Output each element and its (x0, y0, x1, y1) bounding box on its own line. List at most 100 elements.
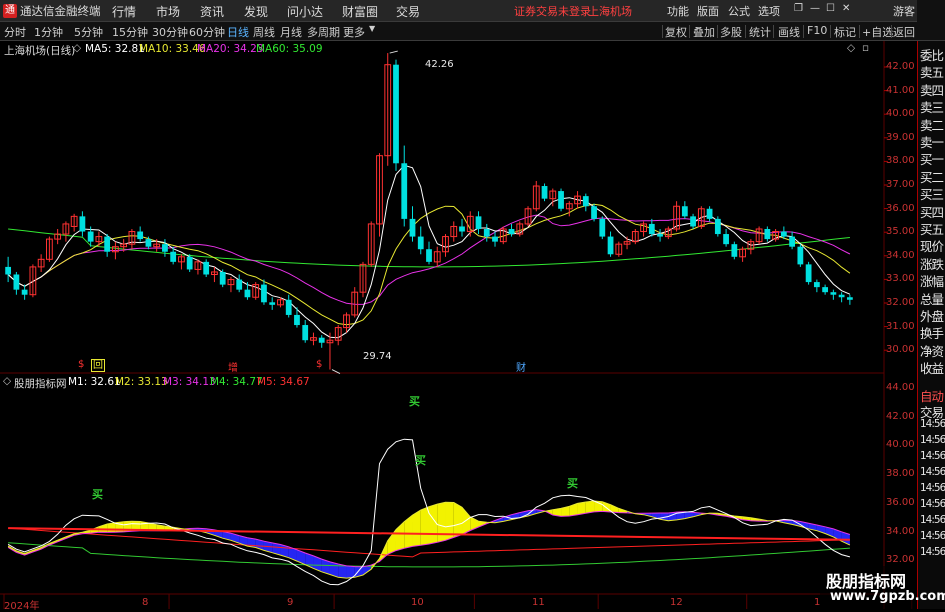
indicator-band (412, 510, 421, 547)
action-back[interactable]: 返回 (893, 24, 915, 40)
period-30m[interactable]: 30分钟 (152, 24, 188, 40)
y-tick-main: 41.00 (886, 84, 915, 96)
candle-body-down (203, 261, 210, 275)
period-15m[interactable]: 15分钟 (112, 24, 148, 40)
menu-trade[interactable]: 交易 (396, 3, 420, 20)
more-dropdown-icon[interactable]: ▼ (369, 24, 375, 33)
candle-body-down (79, 216, 86, 232)
candle-body-down (426, 249, 432, 262)
window-icon[interactable]: ▫ (862, 42, 869, 54)
candle-body-down (104, 236, 111, 252)
action-multistock[interactable]: 多股 (720, 24, 742, 40)
collapse-icon[interactable]: ◇ (73, 42, 81, 54)
action-f10[interactable]: F10 (807, 24, 827, 37)
candle-body-down (302, 325, 309, 341)
quote-field-12: 涨跌 (920, 256, 944, 272)
quote-field-11: 现价 (920, 239, 944, 255)
login-status[interactable]: 证券交易未登录 (514, 3, 591, 19)
y-tick-sub: 44.00 (886, 382, 915, 393)
maximize-icon[interactable]: ☐ (826, 3, 835, 14)
restore-icon[interactable]: ❐ (794, 3, 803, 14)
candle-body-down (706, 208, 713, 219)
candle-body-down (582, 196, 589, 207)
trade-field-4: 14:56 (920, 450, 945, 462)
candle-body-down (145, 239, 152, 247)
menu-wealth[interactable]: 财富圈 (342, 3, 378, 20)
action-stats[interactable]: 统计 (749, 24, 771, 40)
event-dividend-2[interactable]: $ (316, 359, 322, 370)
menu-quotes[interactable]: 行情 (112, 3, 136, 20)
candle-body-down (5, 266, 12, 275)
menu-formula[interactable]: 公式 (728, 3, 750, 19)
minimize-icon[interactable]: — (810, 3, 820, 14)
period-5m[interactable]: 5分钟 (74, 24, 103, 40)
guest-label[interactable]: 游客 (893, 3, 915, 19)
period-multi[interactable]: 多周期 (307, 24, 340, 40)
m3-label: M3: 34.13 (163, 376, 216, 388)
event-financial[interactable]: 财 (516, 359, 526, 374)
candle-body-down (805, 264, 812, 283)
action-draw[interactable]: 画线 (778, 24, 800, 40)
event-dividend-1[interactable]: $ (78, 359, 84, 370)
settings-icon[interactable]: ◇ (847, 42, 855, 54)
candle-body-down (186, 256, 193, 270)
menu-ask[interactable]: 问小达 (287, 3, 323, 20)
m4-line (8, 542, 850, 568)
indicator-band (429, 504, 438, 544)
menu-market[interactable]: 市场 (156, 3, 180, 20)
period-day[interactable]: 日线 (227, 24, 249, 40)
quote-field-10: 买五 (920, 222, 944, 237)
indicator-band (453, 502, 463, 538)
ma20-label: MA20: 34.23 (197, 43, 264, 55)
period-more[interactable]: 更多 (343, 24, 365, 40)
period-1m[interactable]: 1分钟 (34, 24, 63, 40)
period-intraday[interactable]: 分时 (4, 24, 26, 40)
y-tick-main: 36.00 (886, 202, 915, 214)
candle-body-down (731, 244, 738, 257)
y-tick-sub: 42.00 (886, 410, 915, 422)
buy-signal-1: 买 (92, 488, 103, 501)
quote-field-15: 外盘 (920, 309, 944, 324)
menu-news[interactable]: 资讯 (200, 3, 224, 20)
quote-field-18: 收益 (920, 361, 944, 377)
candle-body-down (797, 246, 804, 265)
period-week[interactable]: 周线 (253, 24, 275, 40)
ma60-label: MA60: 35.09 (256, 43, 323, 55)
action-overlay[interactable]: 叠加 (693, 24, 715, 40)
event-increase[interactable]: 增 (228, 359, 238, 374)
quote-field-13: 涨幅 (920, 274, 944, 290)
action-adjust[interactable]: 复权 (665, 24, 687, 40)
candle-body-down (244, 289, 251, 298)
high-pointer (389, 50, 398, 54)
chart-area[interactable] (0, 41, 917, 609)
sub-chart-title: 股朋指标网 (14, 378, 67, 390)
menu-options[interactable]: 选项 (758, 3, 780, 19)
action-add-watchlist[interactable]: +自选 (862, 24, 893, 40)
candle-body-down (690, 216, 696, 227)
trade-field-10: 14:56 (920, 546, 945, 558)
trade-field-2: 14:56 (920, 418, 945, 430)
quote-field-9: 买四 (920, 204, 944, 220)
candle-body-down (599, 218, 606, 237)
menu-function[interactable]: 功能 (667, 3, 689, 19)
period-60m[interactable]: 60分钟 (189, 24, 225, 40)
candle-body-down (780, 231, 787, 237)
market-name: 上海机场 (588, 5, 632, 18)
quote-field-2: 卖四 (920, 82, 944, 98)
period-toolbar: 分时 1分钟 5分钟 15分钟 30分钟 60分钟 日线 周线 月线 多周期 更… (0, 22, 945, 41)
y-tick-main: 35.00 (886, 226, 915, 238)
menu-discover[interactable]: 发现 (244, 3, 268, 20)
period-month[interactable]: 月线 (280, 24, 302, 40)
y-tick-main: 40.00 (886, 108, 915, 120)
close-icon[interactable]: ✕ (842, 3, 850, 14)
candle-body-down (607, 236, 614, 255)
action-mark[interactable]: 标记 (834, 24, 856, 40)
watermark-url: www.7gpzb.com (830, 589, 945, 604)
quote-field-3: 卖三 (920, 100, 944, 116)
x-label-10: 10 (411, 597, 424, 608)
menu-layout[interactable]: 版面 (697, 3, 719, 19)
event-buyback[interactable]: 回 (91, 359, 105, 372)
trade-field-8: 14:56 (920, 514, 945, 526)
sub-collapse-icon[interactable]: ◇ (3, 375, 11, 387)
candle-body-down (87, 231, 94, 242)
